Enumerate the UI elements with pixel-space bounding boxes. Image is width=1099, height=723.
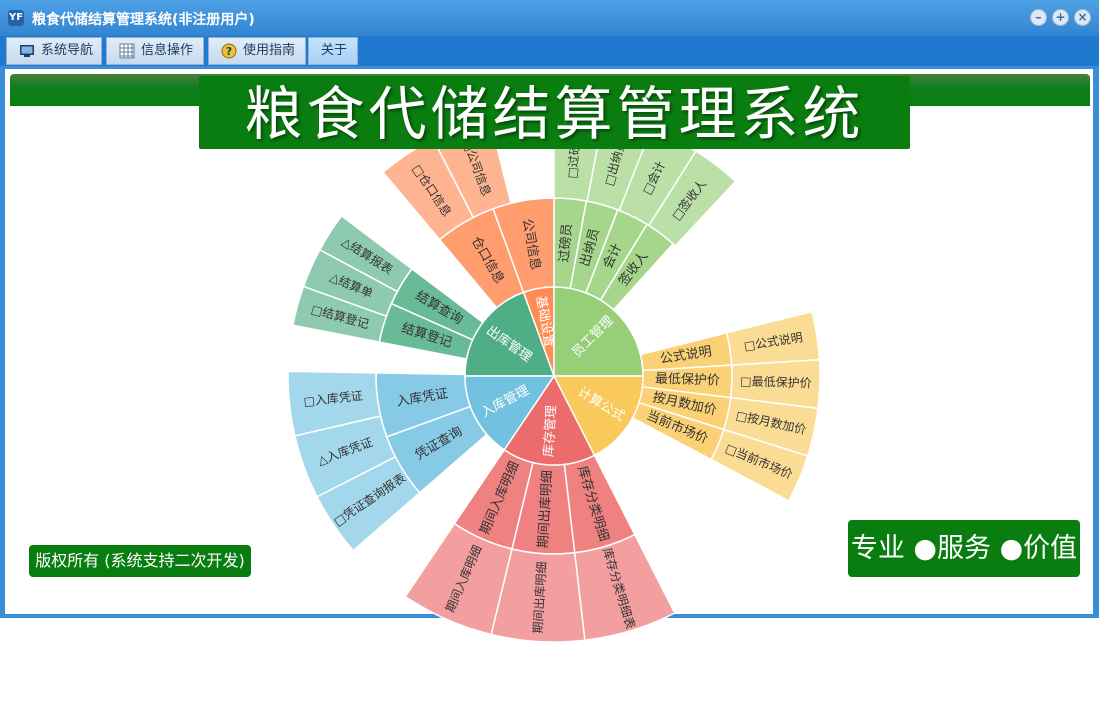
sunburst-label: □最低保护价 bbox=[740, 374, 812, 390]
copyright-badge: 版权所有 (系统支持二次开发) bbox=[29, 545, 251, 577]
sunburst-label: 最低保护价 bbox=[655, 372, 720, 389]
slogan-badge: 专业 ●服务 ●价值 bbox=[848, 520, 1080, 577]
sunburst-category-label: 库存管理 bbox=[541, 405, 560, 458]
main-title: 粮食代储结算管理系统 bbox=[244, 80, 865, 148]
title-banner: 粮食代储结算管理系统 bbox=[199, 76, 910, 149]
